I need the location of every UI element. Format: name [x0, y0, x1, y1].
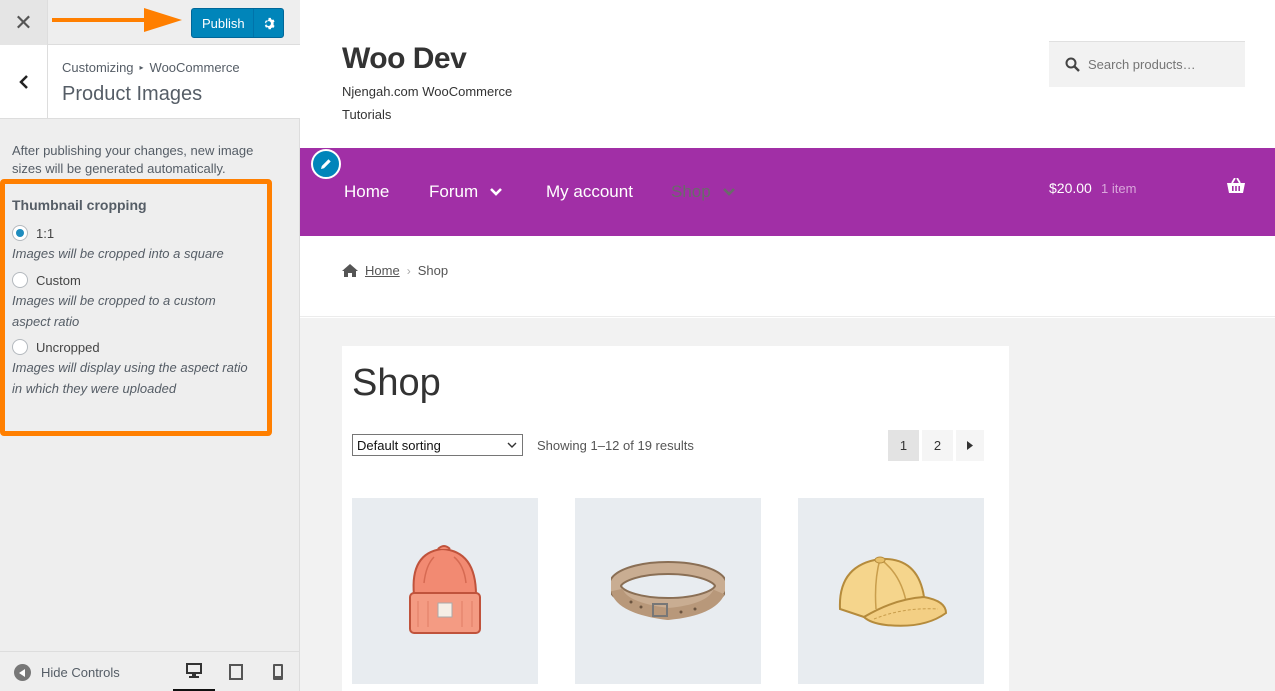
breadcrumb-current: Shop [417, 263, 449, 278]
hide-controls-label: Hide Controls [41, 665, 120, 680]
nav-item-shop[interactable]: Shop [671, 182, 735, 202]
desktop-icon [186, 663, 202, 678]
search-input[interactable] [1088, 57, 1238, 72]
breadcrumb: Home › Shop [342, 263, 448, 278]
hide-controls-button[interactable]: Hide Controls [14, 664, 120, 681]
cart-item-count[interactable]: 1 item [1101, 181, 1136, 196]
chevron-down-icon [722, 188, 735, 196]
back-button[interactable] [0, 45, 48, 118]
site-description: Njengah.com WooCommerce Tutorials [342, 84, 513, 122]
mobile-preview-button[interactable] [257, 652, 299, 691]
page-button-2[interactable]: 2 [922, 430, 953, 461]
customizer-footer: Hide Controls [0, 651, 299, 691]
page-title: Shop [352, 362, 441, 404]
nav-item-home[interactable]: Home [344, 182, 389, 202]
page-number: 1 [899, 438, 908, 453]
publish-button[interactable]: Publish [191, 8, 284, 38]
nav-item-forum[interactable]: Forum [429, 182, 503, 202]
sort-select[interactable]: Default sorting [352, 434, 523, 456]
radio-button-uncropped[interactable] [12, 339, 28, 355]
basket-icon[interactable] [1227, 178, 1245, 194]
beanie-image [409, 545, 481, 634]
radio-label: 1:1 [36, 225, 55, 241]
breadcrumb-root: Customizing [62, 60, 134, 75]
result-count: Showing 1–12 of 19 results [537, 438, 694, 453]
chevron-left-icon [18, 74, 28, 89]
chevron-down-icon [507, 442, 517, 448]
customizer-header: ✕ Publish [0, 0, 300, 45]
close-customizer-button[interactable]: ✕ [0, 0, 48, 45]
radio-label: Uncropped [36, 339, 100, 355]
cap-image [838, 556, 948, 627]
primary-navigation: Home Forum My account Shop $20.00 1 item [300, 148, 1275, 236]
collapse-arrow-icon [14, 664, 31, 681]
radio-option-custom[interactable]: Custom [12, 272, 81, 288]
site-title[interactable]: Woo Dev [342, 42, 467, 76]
publish-label: Publish [202, 15, 245, 31]
sort-value: Default sorting [357, 437, 441, 453]
radio-description: Images will be cropped into a square [12, 246, 224, 261]
nav-label: Forum [429, 182, 479, 201]
breadcrumb-separator-icon: › [406, 263, 411, 278]
radio-button-custom[interactable] [12, 272, 28, 288]
mobile-icon [273, 664, 283, 680]
radio-button-1-1[interactable] [12, 225, 28, 241]
tablet-preview-button[interactable] [215, 652, 257, 691]
product-card-cap[interactable] [798, 498, 984, 684]
cart-total[interactable]: $20.00 [1049, 180, 1092, 196]
product-card-belt[interactable] [575, 498, 761, 684]
page-number: 2 [933, 438, 942, 453]
panel-heading: Customizing ▸ WooCommerce Product Images [0, 45, 300, 119]
panel-description: After publishing your changes, new image… [12, 143, 254, 176]
radio-description: Images will display using the aspect rat… [12, 360, 248, 396]
tablet-icon [229, 664, 243, 680]
publish-settings-gear-icon[interactable] [253, 9, 283, 37]
radio-option-1-1[interactable]: 1:1 [12, 225, 54, 241]
next-page-button[interactable] [956, 430, 984, 461]
radio-description: Images will be cropped to a custom aspec… [12, 293, 216, 329]
chevron-down-icon [490, 188, 503, 196]
thumbnail-cropping-title: Thumbnail cropping [12, 197, 147, 213]
home-icon [342, 264, 358, 277]
annotation-arrow-icon [52, 8, 182, 32]
product-search[interactable] [1049, 41, 1245, 87]
breadcrumb-bar: Home › Shop [300, 236, 1275, 317]
customizer-sidebar: ✕ Publish Customizing ▸ WooCommerce Produc… [0, 0, 300, 691]
site-preview: Woo Dev Njengah.com WooCommerce Tutorial… [300, 0, 1275, 691]
belt-image [611, 561, 725, 621]
breadcrumb-home-link[interactable]: Home [365, 263, 400, 278]
nav-label: Shop [671, 182, 711, 201]
breadcrumb-section: WooCommerce [149, 60, 240, 75]
shop-content: Shop Default sorting Showing 1–12 of 19 … [342, 346, 1009, 691]
nav-label: Home [344, 182, 390, 201]
nav-item-my-account[interactable]: My account [546, 182, 633, 202]
radio-option-uncropped[interactable]: Uncropped [12, 339, 100, 355]
close-icon: ✕ [14, 9, 33, 35]
radio-label: Custom [36, 272, 81, 288]
chevron-right-icon [967, 441, 973, 450]
product-card-beanie[interactable] [352, 498, 538, 684]
search-icon [1065, 57, 1080, 72]
page-button-1[interactable]: 1 [888, 430, 919, 461]
edit-shortcut-pencil-icon[interactable] [311, 149, 341, 179]
desktop-preview-button[interactable] [173, 652, 215, 691]
panel-title: Product Images [62, 83, 203, 105]
breadcrumb-separator-icon: ▸ [139, 63, 144, 72]
customizer-breadcrumb: Customizing ▸ WooCommerce [62, 60, 240, 75]
nav-label: My account [546, 182, 633, 201]
